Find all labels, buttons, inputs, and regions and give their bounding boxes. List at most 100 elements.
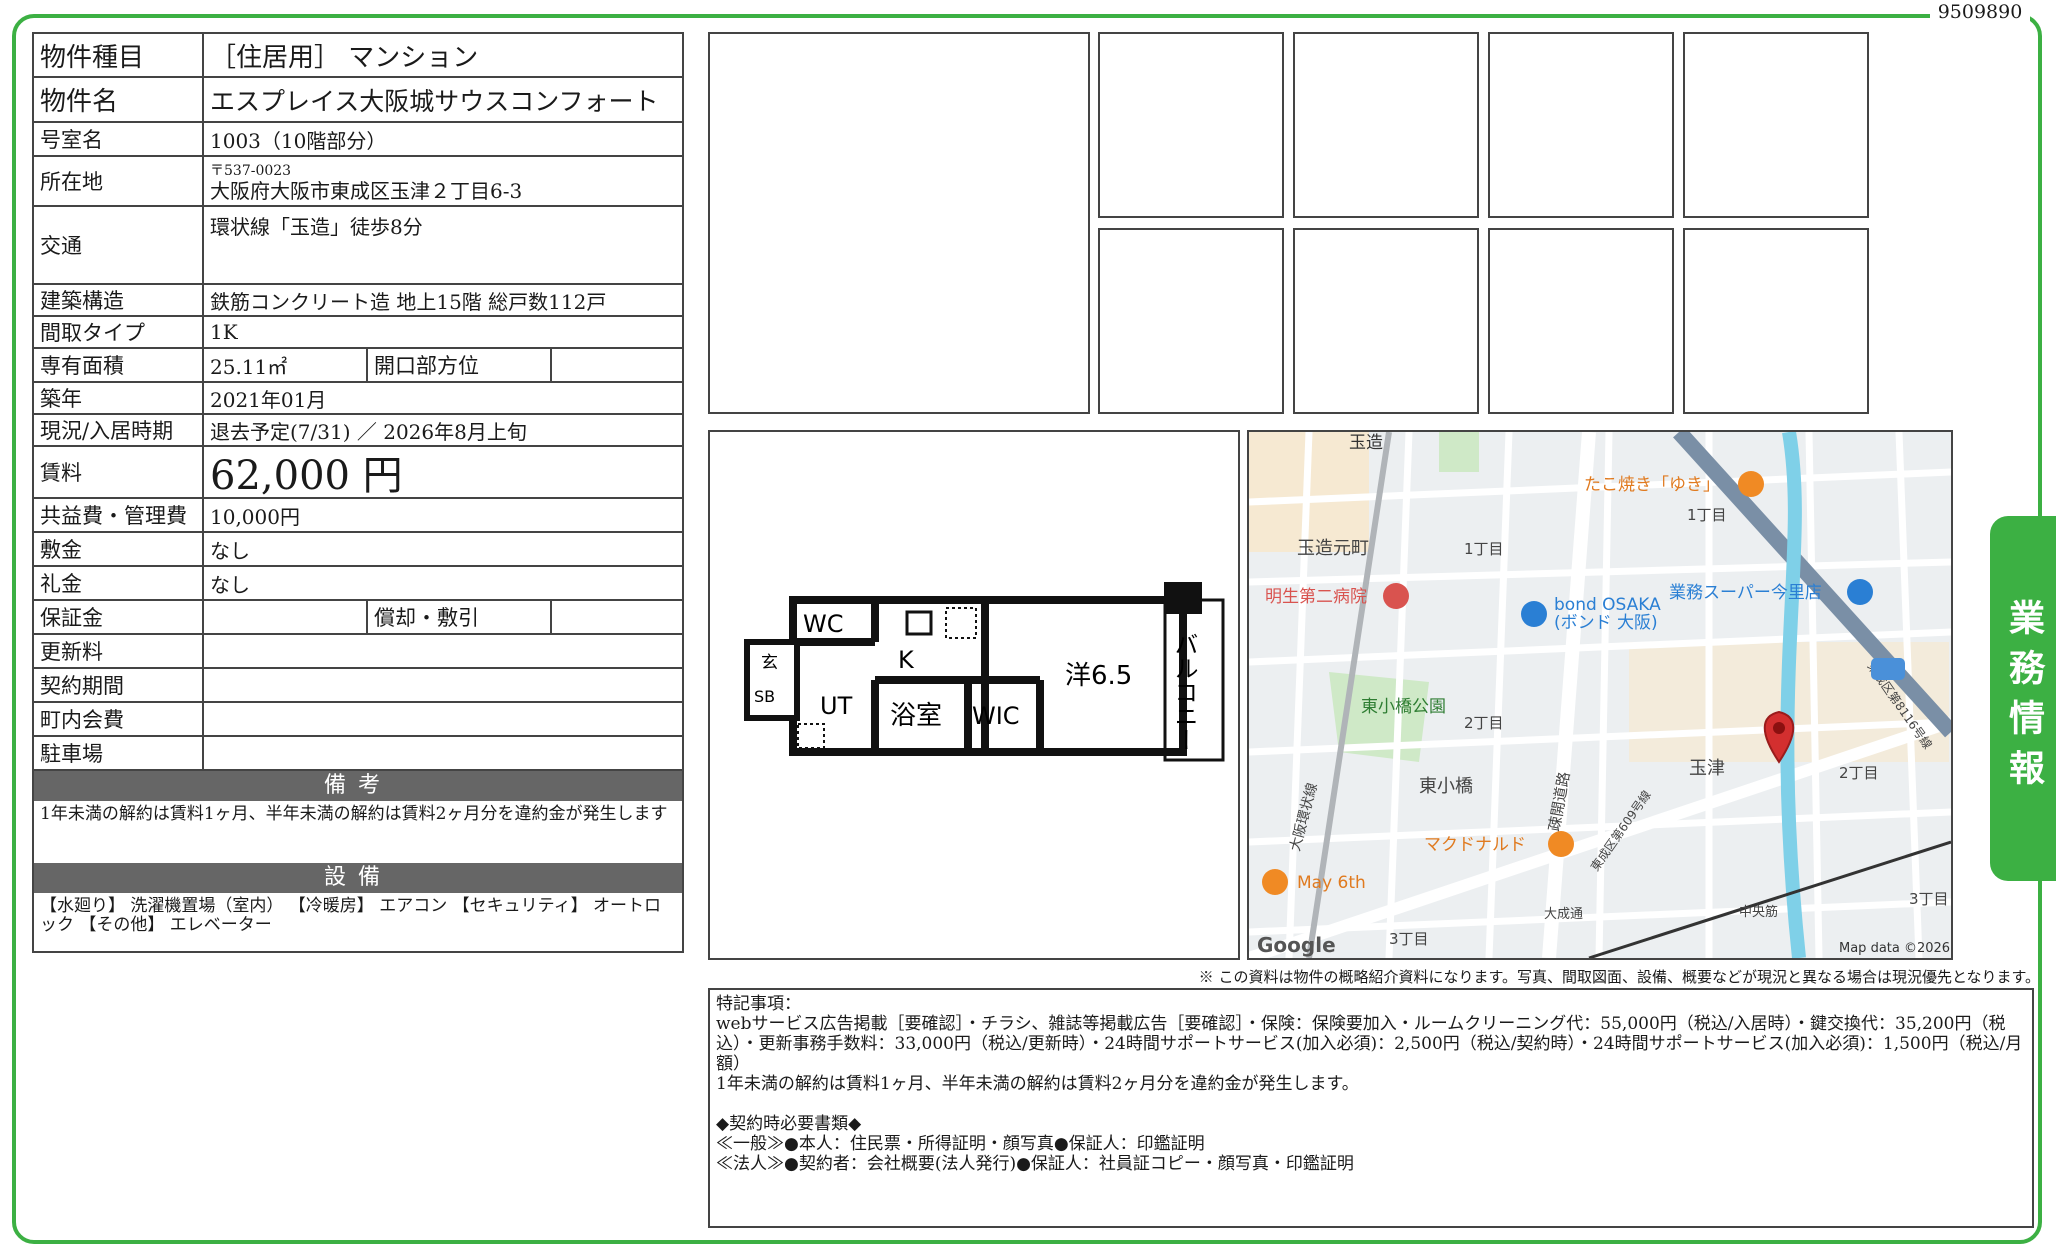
label: 建築構造 [34,285,204,315]
map-google-logo: Google [1257,933,1336,957]
value: 大阪府大阪市東成区玉津２丁目6-3 [210,179,523,203]
label: 交通 [34,207,204,283]
photo-thumb [1683,32,1869,218]
row-structure: 建築構造 鉄筋コンクリート造 地上15階 総戸数112戸 [34,285,682,317]
postal-code: 〒537-0023 [210,163,292,179]
value: なし [210,538,250,563]
value: エスプレイス大阪城サウスコンフォート [210,86,659,116]
restaurant-icon[interactable] [1738,471,1764,497]
cafe-icon[interactable] [1262,869,1288,895]
room-utility: UT [820,692,853,720]
map-label-chome3a: 3丁目 [1389,930,1429,948]
row-guarantee: 保証金 償却・敷引 [34,601,682,635]
room-western: 洋6.5 [1065,661,1132,691]
document-id: 9509890 [1930,0,2030,24]
value [204,635,682,667]
map-label-station: 玉造 [1349,433,1383,453]
room-balcony: バルコニー [1170,632,1198,752]
sub-value [552,349,682,381]
remarks-header: 備考 [34,771,682,801]
room-shoebox: SB [754,687,775,706]
equipment-header: 設備 [34,863,682,893]
map-label-takoyaki: たこ焼き「ゆき」 [1584,475,1720,495]
map-label-mcdonalds: マクドナルド [1424,835,1526,855]
sub-value [552,601,682,633]
main-photo [708,32,1090,414]
row-type: 物件種目 ［住居用］ マンション [34,34,682,78]
floor-plan-drawing: WC K 玄 SB UT 浴室 WIC 洋6.5 バルコニー [744,582,1225,762]
room-kitchen: K [898,646,915,674]
label: 現況/入居時期 [34,415,204,445]
value: 環状線「玉造」徒歩8分 [210,215,423,239]
equipment-text: 【水廻り】 洗濯機置場（室内） 【冷暖房】 エアコン 【セキュリティ】 オートロ… [40,896,661,935]
value: ［住居用］ マンション [210,42,479,73]
property-table: 物件種目 ［住居用］ マンション 物件名 エスプレイス大阪城サウスコンフォート … [32,32,684,953]
label: 契約期間 [34,669,204,701]
row-rent: 賃料 62,000 円 [34,447,682,499]
photo-thumb [1293,228,1479,414]
row-parking: 駐車場 [34,737,682,771]
map-label-chome2b: 2丁目 [1839,764,1879,782]
supermarket-icon[interactable] [1847,579,1873,605]
side-tab-business-info[interactable]: 業務情報 [1990,516,2056,881]
label: 専有面積 [34,349,204,381]
row-contract: 契約期間 [34,669,682,703]
sub-label: 償却・敷引 [368,601,552,633]
map-label-tamatsukuri-motomachi: 玉造元町 [1297,538,1369,559]
row-area: 専有面積 25.11㎡ 開口部方位 [34,349,682,383]
value [204,737,682,769]
label: 間取タイプ [34,317,204,347]
value: 10,000円 [210,504,300,529]
label: 駐車場 [34,737,204,769]
photo-thumb [1488,228,1674,414]
row-community: 町内会費 [34,703,682,737]
label: 物件種目 [34,34,204,76]
row-fee: 共益費・管理費 10,000円 [34,499,682,533]
value: 25.11㎡ [204,349,368,381]
photo-thumb [1683,228,1869,414]
hospital-icon[interactable] [1383,583,1409,609]
disclaimer: ※ この資料は物件の概略紹介資料になります。写真、間取図面、設備、概要などが現況… [1198,968,2040,986]
map-label-tamatsu: 玉津 [1689,758,1725,779]
row-deposit: 敷金 なし [34,533,682,567]
value: なし [210,572,250,597]
row-address: 所在地 〒537-0023 大阪府大阪市東成区玉津２丁目6-3 [34,157,682,207]
photo-thumb [1293,32,1479,218]
route-shield-icon [1871,658,1905,680]
map-label-chome3b: 3丁目 [1909,890,1949,908]
row-built: 築年 2021年01月 [34,383,682,415]
map-label-chome2a: 2丁目 [1464,714,1504,732]
map-label-hospital: 明生第二病院 [1265,587,1367,607]
map-label-bond: bond OSAKA [1554,595,1661,615]
room-entrance: 玄 [761,653,778,673]
sub-label: 開口部方位 [368,349,552,381]
value: 1K [210,320,238,344]
row-room: 号室名 1003（10階部分） [34,123,682,157]
label: 敷金 [34,533,204,565]
label: 号室名 [34,123,204,155]
photo-thumb [1098,228,1284,414]
value: 鉄筋コンクリート造 地上15階 総戸数112戸 [210,289,607,314]
value [204,669,682,701]
map-label-taisei-dori: 大成通 [1544,907,1583,922]
label: 礼金 [34,567,204,599]
row-renewal: 更新料 [34,635,682,669]
special-notes: 特記事項： webサービス広告掲載［要確認］・チラシ、雑誌等掲載広告［要確認］・… [708,988,2034,1228]
map-label-bond-sub: (ボンド 大阪) [1554,613,1658,633]
row-key-money: 礼金 なし [34,567,682,601]
row-name: 物件名 エスプレイス大阪城サウスコンフォート [34,78,682,123]
label: 物件名 [34,78,204,121]
label: 更新料 [34,635,204,667]
shop-icon[interactable] [1521,601,1547,627]
room-wc: WC [803,610,844,638]
restaurant-icon[interactable] [1548,831,1574,857]
side-tab-label: 業務情報 [2003,598,2044,799]
map-label-higashi-obase: 東小橋 [1419,776,1473,797]
label: 所在地 [34,157,204,205]
location-map[interactable]: 玉造 たこ焼き「ゆき」 1丁目 1丁目 玉造元町 明生第二病院 bond OSA… [1247,430,1953,960]
label: 町内会費 [34,703,204,735]
remarks-text: 1年未満の解約は賃料1ヶ月、半年未満の解約は賃料2ヶ月分を違約金が発生します [40,804,668,824]
map-label-park: 東小橋公園 [1361,697,1446,717]
row-transport: 交通 環状線「玉造」徒歩8分 [34,207,682,285]
room-bath: 浴室 [890,701,942,731]
